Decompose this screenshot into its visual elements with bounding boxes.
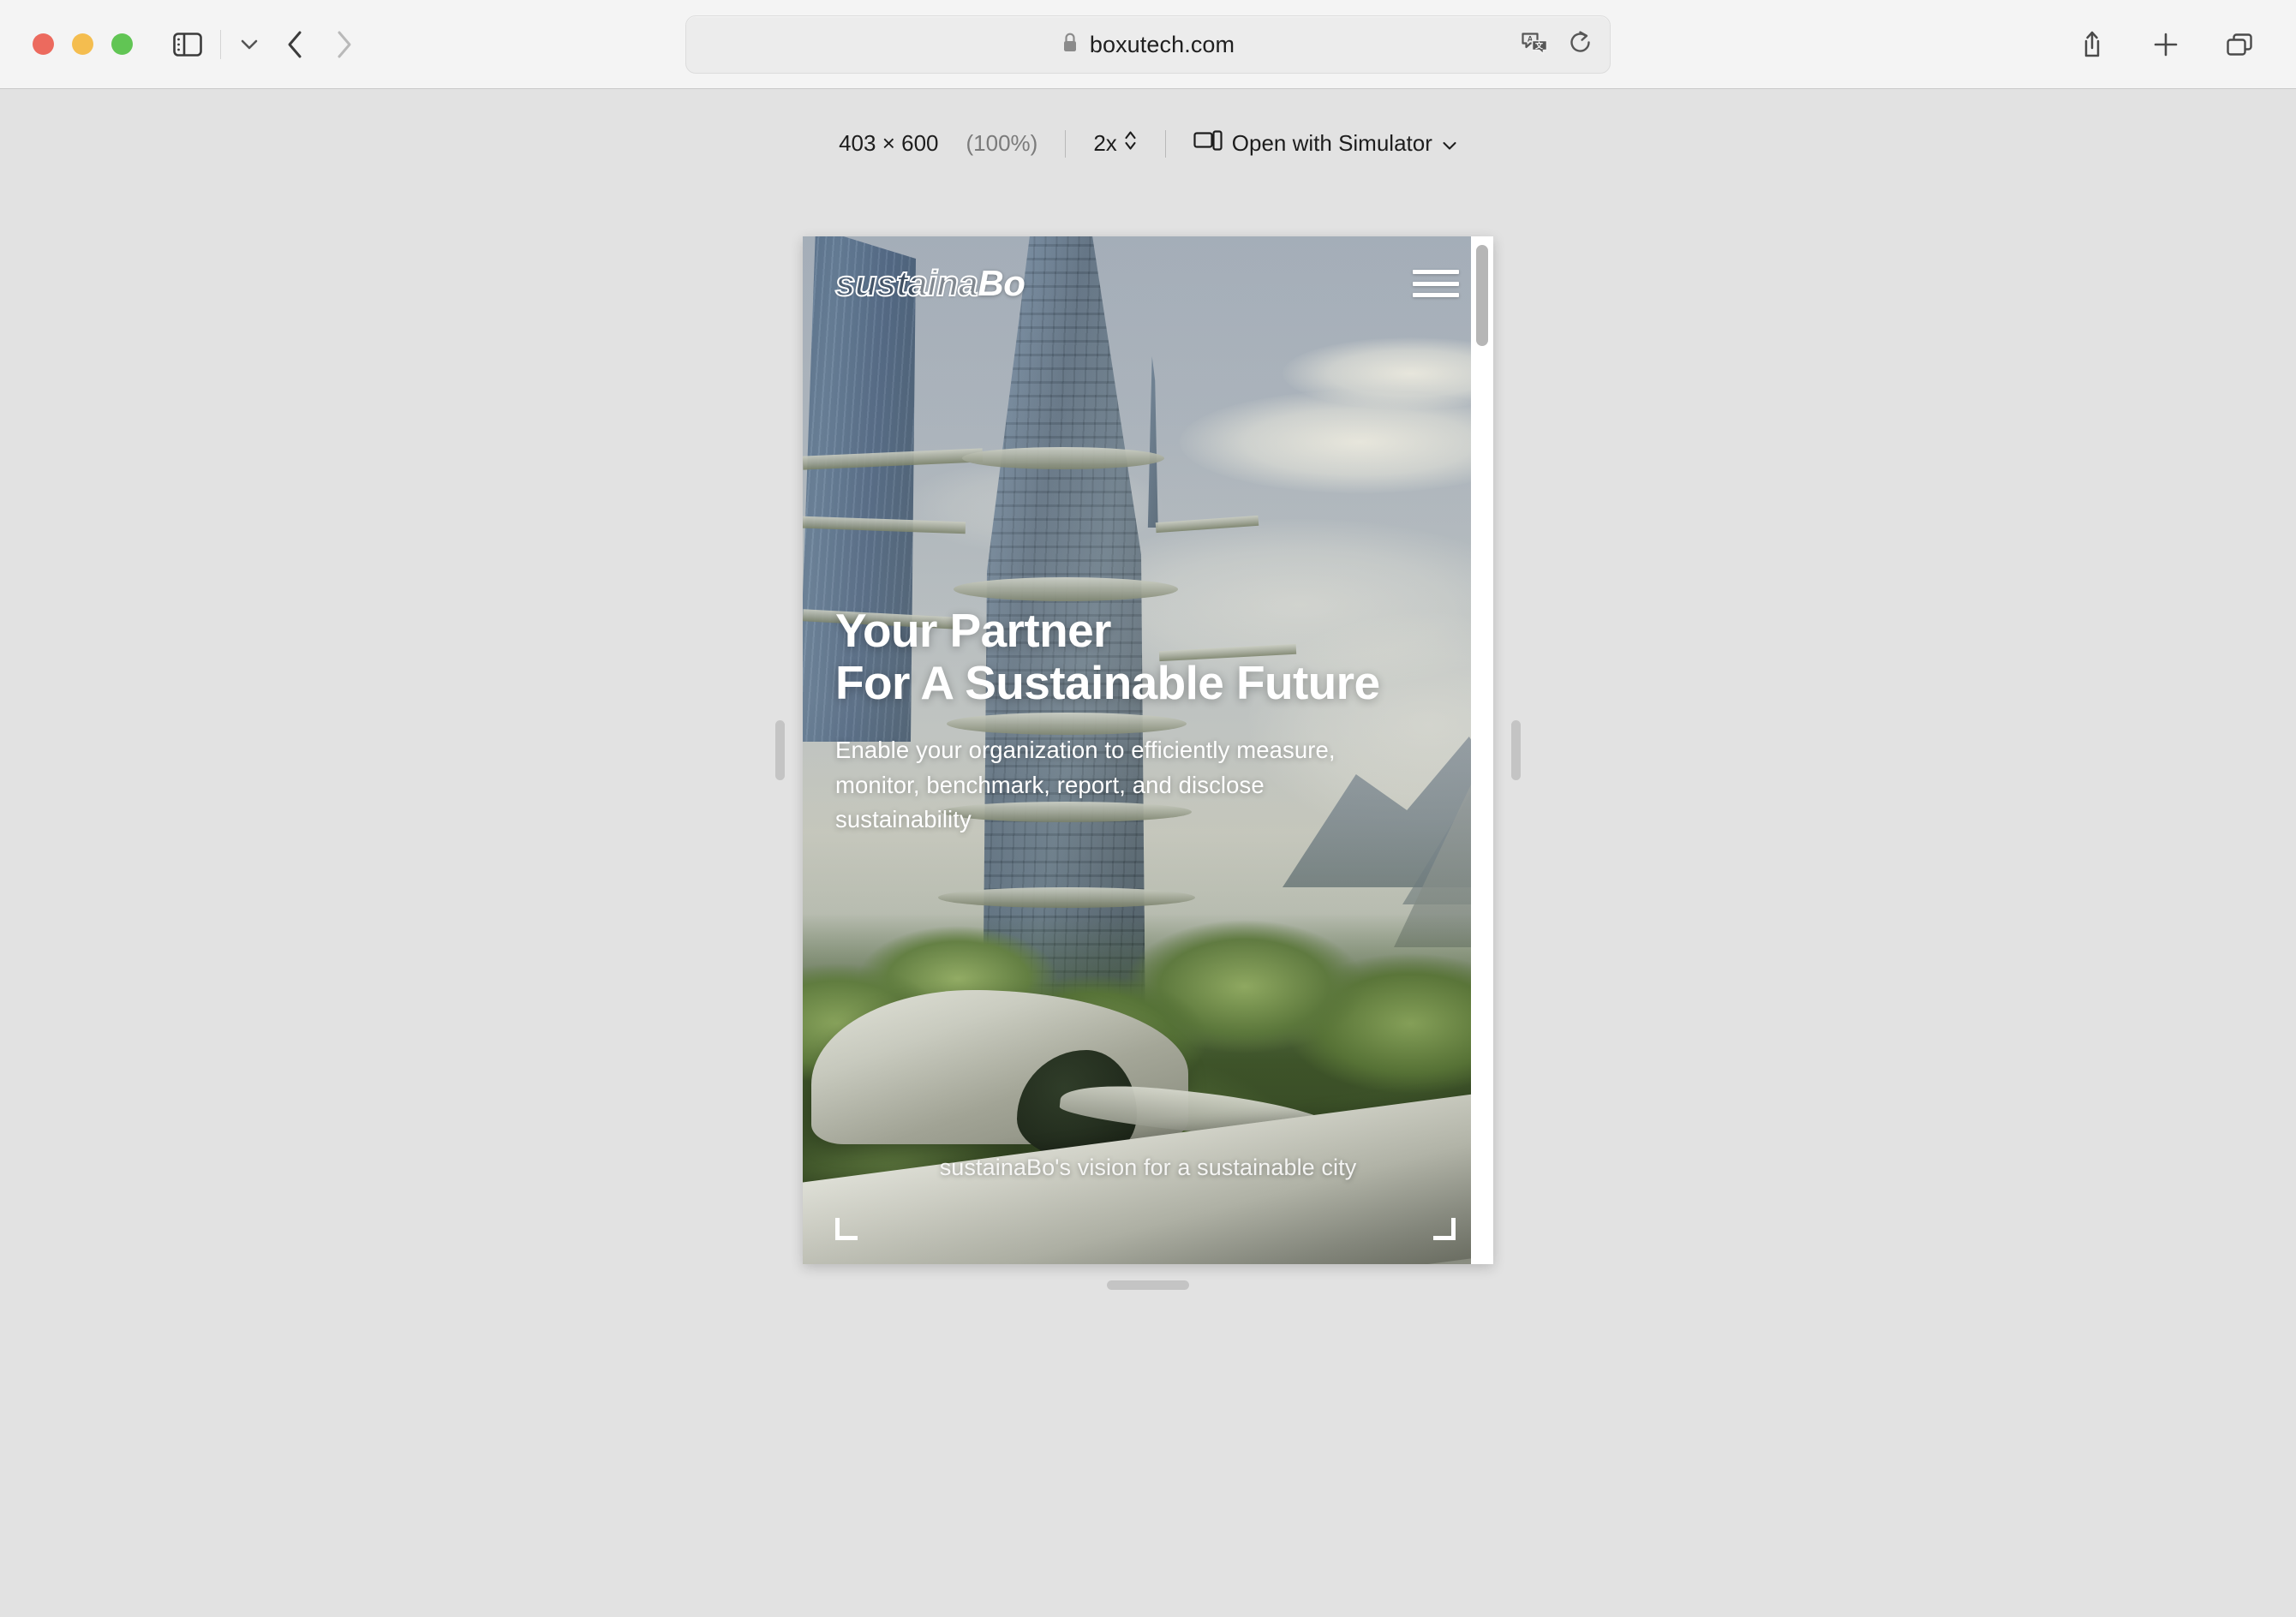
hero-image-caption: sustainaBo's vision for a sustainable ci…: [939, 1155, 1357, 1180]
rdm-divider-2: [1164, 129, 1166, 158]
site-header: sustainaBo: [803, 236, 1493, 331]
reload-icon[interactable]: [1569, 30, 1593, 60]
viewport-corner-marker-bottom-left: [835, 1218, 858, 1240]
address-bar-actions: A 文: [1521, 30, 1593, 60]
chevron-down-icon[interactable]: [1442, 130, 1457, 157]
address-url-text: boxutech.com: [1089, 31, 1235, 57]
viewport-dimensions[interactable]: 403 × 600: [839, 130, 938, 157]
tower-deck: [938, 887, 1195, 908]
close-button[interactable]: [33, 33, 54, 55]
back-arrow-icon[interactable]: [278, 26, 312, 63]
pixel-scale-stepper[interactable]: 2x: [1093, 128, 1137, 158]
site-logo[interactable]: sustainaBo: [834, 263, 1025, 303]
device-viewport-wrapper: sustainaBo Your Partner For A Sustainabl…: [775, 236, 1521, 1290]
page-scrollbar-track[interactable]: [1471, 236, 1493, 1264]
safari-window: boxutech.com A 文 403 × 600 (100%) 2x Ope…: [0, 0, 2296, 1617]
resize-handle-bottom[interactable]: [1107, 1280, 1189, 1290]
hamburger-bar: [1413, 281, 1459, 286]
zoom-button[interactable]: [111, 33, 133, 55]
hamburger-bar: [1413, 293, 1459, 297]
logo-text-light: sustaina: [834, 263, 979, 303]
svg-text:文: 文: [1534, 40, 1544, 50]
address-bar[interactable]: boxutech.com A 文: [685, 15, 1611, 74]
open-with-simulator-button[interactable]: Open with Simulator: [1193, 129, 1457, 158]
resize-handle-right[interactable]: [1511, 720, 1521, 780]
browser-toolbar: boxutech.com A 文: [0, 0, 2296, 89]
lock-icon: [1061, 32, 1079, 57]
hero-copy: Your Partner For A Sustainable Future En…: [835, 604, 1435, 837]
logo-text-bold: Bo: [978, 263, 1025, 303]
viewport-corner-marker-bottom-right: [1433, 1218, 1456, 1240]
toolbar-divider: [220, 29, 221, 59]
tab-overview-icon[interactable]: [2222, 27, 2257, 62]
forward-arrow-icon[interactable]: [327, 26, 362, 63]
resize-handle-left[interactable]: [775, 720, 785, 780]
tower-deck: [954, 577, 1178, 601]
minimize-button[interactable]: [72, 33, 93, 55]
pixel-scale-value: 2x: [1093, 130, 1117, 156]
tab-group-chevron-down-icon[interactable]: [236, 30, 262, 59]
share-icon[interactable]: [2075, 27, 2109, 62]
toolbar-actions: [2075, 27, 2257, 62]
viewport-zoom-percent: (100%): [966, 130, 1038, 156]
responsive-design-mode: 403 × 600 (100%) 2x Open with Simulator …: [0, 89, 2296, 1617]
address-bar-content: boxutech.com: [1061, 32, 1235, 58]
hero-title-line-2: For A Sustainable Future: [835, 656, 1380, 710]
translate-icon[interactable]: A 文: [1521, 31, 1550, 59]
plus-icon[interactable]: [2149, 27, 2183, 62]
sidebar-toggle-icon[interactable]: [170, 30, 205, 59]
tower-deck: [962, 447, 1164, 469]
hero-title: Your Partner For A Sustainable Future: [835, 604, 1435, 710]
open-with-simulator-label: Open with Simulator: [1231, 130, 1432, 156]
hero-title-line-1: Your Partner: [835, 604, 1111, 657]
responsive-toolbar: 403 × 600 (100%) 2x Open with Simulator: [0, 128, 2296, 158]
hero-subtitle: Enable your organization to efficiently …: [835, 737, 1336, 832]
hamburger-menu-icon[interactable]: [1413, 266, 1459, 301]
rdm-divider-1: [1065, 129, 1067, 158]
page-viewport: sustainaBo Your Partner For A Sustainabl…: [803, 236, 1493, 1264]
page-scrollbar-thumb[interactable]: [1476, 245, 1488, 346]
window-controls: [33, 33, 133, 55]
device-icon: [1193, 129, 1223, 158]
navigation-buttons: [278, 26, 362, 63]
stepper-icon[interactable]: [1123, 128, 1138, 158]
hamburger-bar: [1413, 270, 1459, 274]
